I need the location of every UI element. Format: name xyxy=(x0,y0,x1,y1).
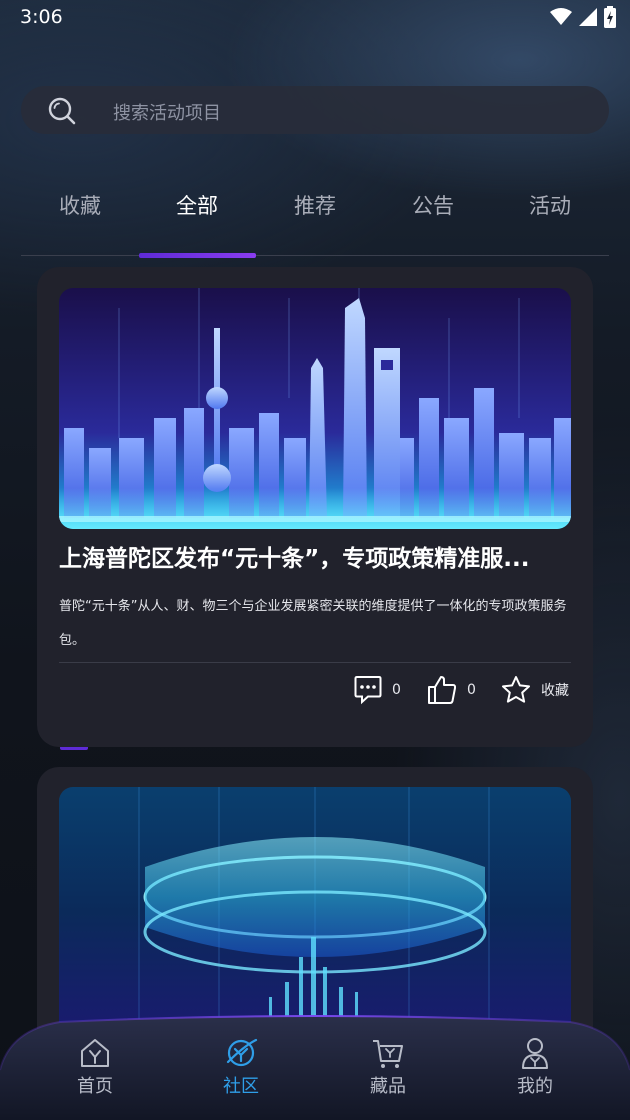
post-description: 普陀“元十条”从人、财、物三个与企业发展紧密关联的维度提供了一体化的专项政策服务… xyxy=(59,599,567,648)
search-icon xyxy=(48,97,76,125)
comment-count: 0 xyxy=(392,682,401,698)
data-ring-image xyxy=(59,787,571,1037)
nav-profile[interactable]: 我的 xyxy=(495,1036,575,1098)
battery-icon xyxy=(604,6,616,28)
tab-divider xyxy=(21,255,609,256)
post-card[interactable]: 上海普陀区发布“元十条”，专项政策精准服... 普陀“元十条”从人、财、物三个与… xyxy=(37,267,593,747)
tab-recommended[interactable]: 推荐 xyxy=(294,190,336,220)
favorite-button[interactable]: 收藏 xyxy=(501,675,569,705)
nav-collectibles[interactable]: 藏品 xyxy=(348,1036,428,1098)
wifi-icon xyxy=(550,8,572,25)
like-button[interactable]: 0 xyxy=(427,675,476,705)
status-bar: 3:06 xyxy=(0,0,630,36)
status-icons xyxy=(550,6,616,28)
like-count: 0 xyxy=(467,682,476,698)
post-image[interactable] xyxy=(59,787,571,1037)
signal-icon xyxy=(579,8,597,26)
post-title[interactable]: 上海普陀区发布“元十条”，专项政策精准服... xyxy=(59,539,571,573)
star-icon xyxy=(502,676,530,703)
search-input[interactable]: 搜索活动项目 xyxy=(113,99,221,125)
status-time: 3:06 xyxy=(20,6,63,28)
tab-announcements[interactable]: 公告 xyxy=(412,190,454,220)
home-icon xyxy=(81,1039,109,1067)
tab-all[interactable]: 全部 xyxy=(176,190,218,220)
community-icon xyxy=(226,1038,258,1067)
nav-collectibles-label: 藏品 xyxy=(370,1076,406,1097)
category-tabs: 收藏 全部 推荐 公告 活动 xyxy=(21,180,609,260)
post-divider xyxy=(59,662,571,663)
nav-community-label: 社区 xyxy=(223,1076,259,1097)
thumbs-up-icon xyxy=(428,676,457,704)
post-image[interactable] xyxy=(59,288,571,529)
nav-home-label: 首页 xyxy=(77,1076,113,1097)
tab-active-indicator xyxy=(139,253,256,258)
nav-home[interactable]: 首页 xyxy=(55,1036,135,1098)
post-actions: 0 0 收藏 xyxy=(37,675,593,715)
profile-icon xyxy=(522,1038,548,1069)
comment-button[interactable]: 0 xyxy=(354,675,401,705)
comment-icon xyxy=(354,676,382,705)
favorite-label: 收藏 xyxy=(541,683,569,699)
search-bar[interactable]: 搜索活动项目 xyxy=(21,86,609,134)
tab-favorites[interactable]: 收藏 xyxy=(59,190,101,220)
city-skyline-image xyxy=(59,288,571,529)
tab-activities[interactable]: 活动 xyxy=(529,190,571,220)
nav-profile-label: 我的 xyxy=(517,1076,553,1097)
nav-community[interactable]: 社区 xyxy=(201,1036,281,1098)
cart-icon xyxy=(373,1040,403,1068)
bottom-nav: 首页 社区 藏品 我的 xyxy=(0,1010,630,1120)
